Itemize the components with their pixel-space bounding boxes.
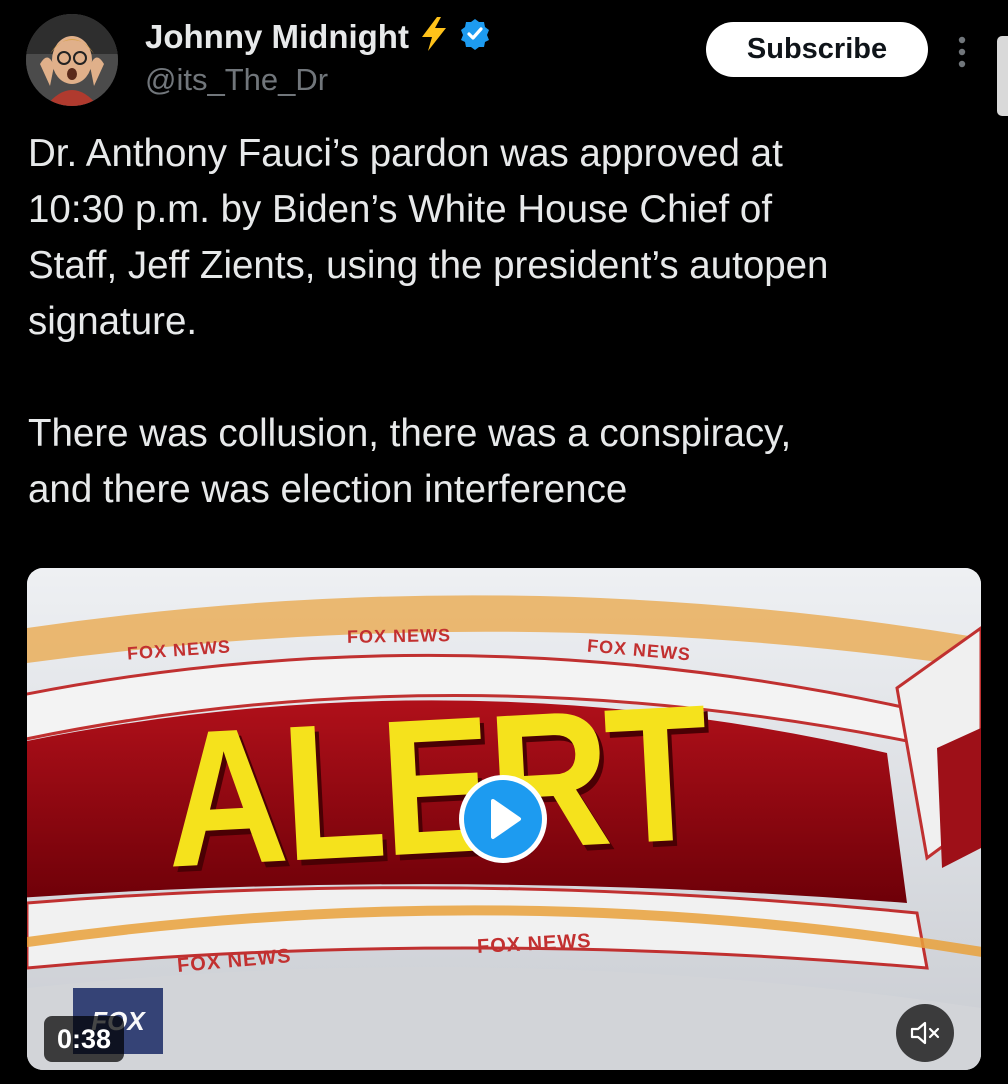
subscribe-button[interactable]: Subscribe: [706, 22, 928, 77]
alert-headline: ALERT: [159, 663, 711, 909]
author-name-row: Johnny Midnight: [145, 16, 491, 57]
muted-speaker-icon[interactable]: [896, 1004, 954, 1062]
more-options-icon[interactable]: [950, 32, 974, 72]
scrollbar-thumb[interactable]: [997, 36, 1008, 116]
verified-badge-icon: [459, 18, 491, 55]
author-avatar[interactable]: [26, 14, 118, 106]
author-display-name[interactable]: Johnny Midnight: [145, 18, 409, 56]
lightning-bolt-icon: [419, 16, 449, 57]
play-icon[interactable]: [459, 775, 547, 863]
fox-news-band-label-2: FOX NEWS: [346, 625, 452, 647]
video-duration: 0:38: [44, 1016, 124, 1062]
tweet-text: Dr. Anthony Fauci’s pardon was approved …: [28, 132, 829, 511]
avatar-image: [26, 14, 118, 106]
author-handle[interactable]: @its_The_Dr: [145, 62, 328, 98]
